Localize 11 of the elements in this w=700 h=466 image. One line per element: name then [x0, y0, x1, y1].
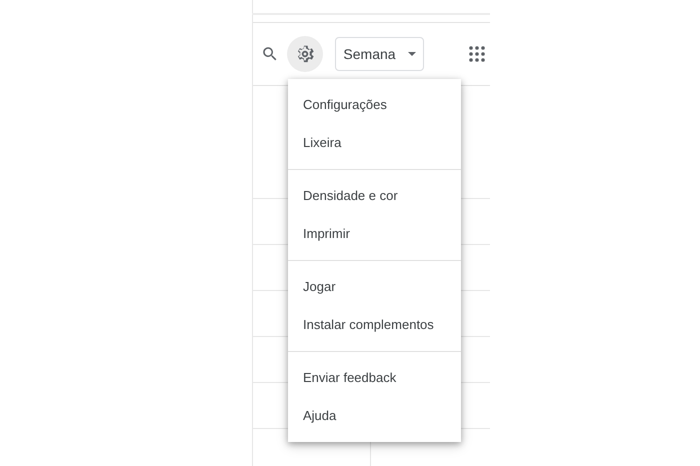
menu-item[interactable]: Ajuda	[288, 397, 461, 435]
settings-button[interactable]	[287, 36, 323, 72]
view-dropdown[interactable]: Semana	[335, 37, 424, 71]
menu-item[interactable]: Enviar feedback	[288, 359, 461, 397]
menu-item[interactable]: Jogar	[288, 268, 461, 306]
caret-icon	[408, 52, 416, 56]
menu-item[interactable]: Imprimir	[288, 215, 461, 253]
menu-item[interactable]: Densidade e cor	[288, 177, 461, 215]
menu-item[interactable]: Lixeira	[288, 124, 461, 162]
menu-item[interactable]: Instalar complementos	[288, 306, 461, 344]
menu-item[interactable]: Configurações	[288, 86, 461, 124]
